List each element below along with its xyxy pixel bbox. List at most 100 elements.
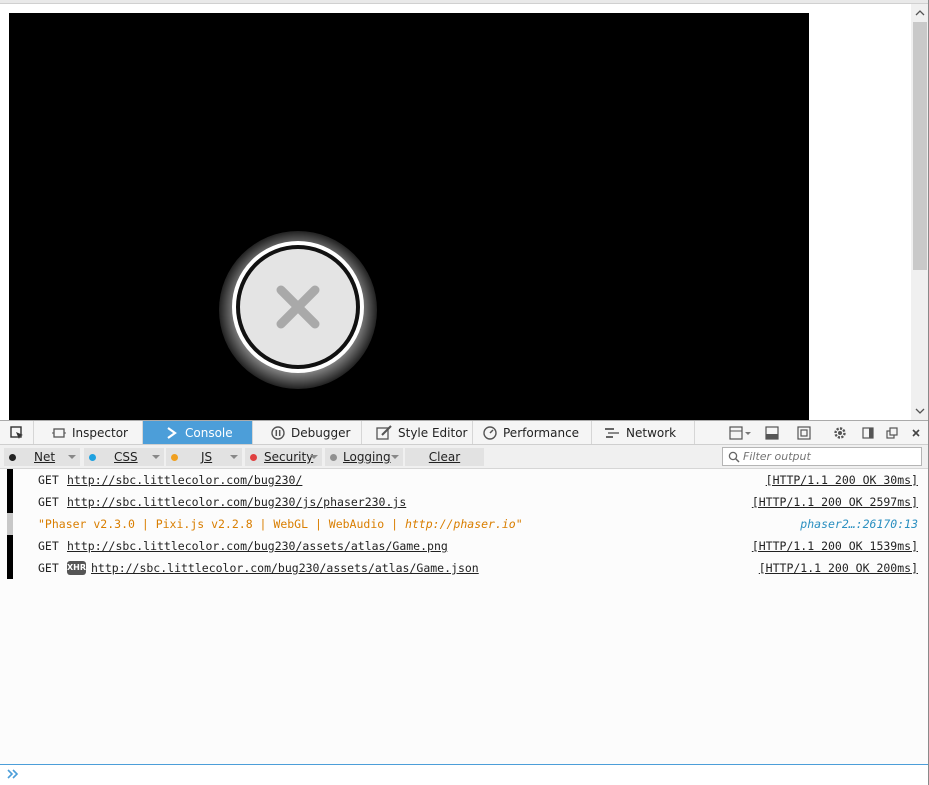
request-status-link[interactable]: [HTTP/1.1 200 OK 200ms] xyxy=(759,557,918,579)
request-method: GET xyxy=(38,473,59,487)
viewport-top-edge xyxy=(0,0,929,4)
tab-label: Performance xyxy=(503,425,580,440)
prompt-chevron-icon xyxy=(7,768,19,783)
filter-label: JS xyxy=(201,450,213,464)
close-devtools-button[interactable] xyxy=(905,424,927,442)
request-url-link[interactable]: http://sbc.littlecolor.com/bug230/assets… xyxy=(91,557,479,579)
chevron-down-icon[interactable] xyxy=(310,455,318,459)
security-dot-icon xyxy=(250,453,257,461)
filter-label: Security xyxy=(264,450,314,464)
separate-window-button[interactable] xyxy=(881,424,903,442)
filter-net-button[interactable]: Net xyxy=(4,448,80,466)
request-method: GET xyxy=(38,539,59,553)
net-dot-icon xyxy=(9,453,16,461)
tab-style-editor[interactable]: Style Editor xyxy=(362,421,473,444)
filter-css-button[interactable]: CSS xyxy=(84,448,164,466)
console-icon xyxy=(167,426,177,439)
separate-window-icon xyxy=(886,427,898,439)
page-viewport xyxy=(0,0,929,421)
filter-label: CSS xyxy=(114,450,138,464)
network-marker xyxy=(7,491,13,513)
log-message-link[interactable]: http://phaser.io xyxy=(405,517,516,531)
frame-selector-button[interactable] xyxy=(727,424,755,442)
console-input[interactable] xyxy=(0,764,929,785)
console-output: GET http://sbc.littlecolor.com/bug230/ [… xyxy=(0,469,929,764)
gear-icon xyxy=(834,427,846,439)
log-source-location-link[interactable]: phaser2…:26170:13 xyxy=(800,513,918,535)
game-canvas[interactable] xyxy=(9,13,809,420)
dock-side-button[interactable] xyxy=(857,424,879,442)
clear-button[interactable]: Clear xyxy=(405,448,484,466)
responsive-mode-icon xyxy=(797,426,811,440)
js-dot-icon xyxy=(171,453,178,461)
console-row: GET XHR http://sbc.littlecolor.com/bug23… xyxy=(0,557,929,579)
console-row: GET http://sbc.littlecolor.com/bug230/js… xyxy=(0,491,929,513)
split-console-button[interactable] xyxy=(761,424,783,442)
debugger-icon xyxy=(271,425,285,440)
filter-label: Logging xyxy=(343,450,391,464)
vertical-scrollbar[interactable] xyxy=(911,4,929,420)
tab-label: Network xyxy=(626,425,677,440)
filter-output-field[interactable] xyxy=(722,447,922,466)
xhr-badge: XHR xyxy=(67,561,86,575)
split-console-icon xyxy=(765,426,779,440)
filter-output-input[interactable] xyxy=(741,450,913,463)
search-icon xyxy=(728,451,740,463)
logging-dot-icon xyxy=(330,453,337,461)
log-message-text: "Phaser v2.3.0 | Pixi.js v2.2.8 | WebGL … xyxy=(38,517,405,531)
network-icon xyxy=(605,427,619,438)
performance-icon xyxy=(483,425,497,440)
console-row: GET http://sbc.littlecolor.com/bug230/as… xyxy=(0,535,929,557)
close-icon xyxy=(912,429,920,437)
tab-console[interactable]: Console xyxy=(143,421,253,444)
chevron-down-icon[interactable] xyxy=(152,455,160,459)
inspector-icon xyxy=(52,427,66,438)
css-dot-icon xyxy=(89,453,96,461)
dock-side-icon xyxy=(862,427,874,439)
filter-logging-button[interactable]: Logging xyxy=(325,448,403,466)
style-editor-icon xyxy=(376,424,392,440)
filter-js-button[interactable]: JS xyxy=(166,448,242,466)
chevron-down-icon[interactable] xyxy=(68,455,76,459)
tab-network[interactable]: Network xyxy=(592,421,695,444)
network-marker xyxy=(7,469,13,491)
console-filter-bar: Net CSS JS Security Logging Clear xyxy=(0,445,929,469)
filter-label: Net xyxy=(34,450,56,464)
filter-security-button[interactable]: Security xyxy=(245,448,322,466)
close-button[interactable] xyxy=(236,245,360,369)
tab-label: Console xyxy=(185,425,233,440)
request-status-link[interactable]: [HTTP/1.1 200 OK 2597ms] xyxy=(752,491,918,513)
devtools-toolbar: Inspector Console Debugger Style Editor … xyxy=(0,421,929,445)
tab-debugger[interactable]: Debugger xyxy=(253,421,362,444)
tab-label: Debugger xyxy=(291,425,351,440)
close-icon xyxy=(276,285,320,329)
request-url-link[interactable]: http://sbc.littlecolor.com/bug230/assets… xyxy=(67,535,448,557)
responsive-design-button[interactable] xyxy=(793,424,815,442)
log-marker xyxy=(7,513,13,535)
scroll-up-arrow-icon[interactable] xyxy=(911,6,929,20)
tab-label: Inspector xyxy=(72,425,128,440)
element-picker-button[interactable] xyxy=(0,421,34,444)
chevron-down-icon[interactable] xyxy=(391,455,399,459)
request-url-link[interactable]: http://sbc.littlecolor.com/bug230/ xyxy=(67,469,302,491)
tab-performance[interactable]: Performance xyxy=(473,421,592,444)
request-status-link[interactable]: [HTTP/1.1 200 OK 1539ms] xyxy=(752,535,918,557)
network-marker xyxy=(7,557,13,579)
network-marker xyxy=(7,535,13,557)
console-row: GET http://sbc.littlecolor.com/bug230/ [… xyxy=(0,469,929,491)
request-method: GET xyxy=(38,495,59,509)
request-url-link[interactable]: http://sbc.littlecolor.com/bug230/js/pha… xyxy=(67,491,406,513)
element-picker-icon xyxy=(10,425,23,439)
tab-label: Style Editor xyxy=(398,425,468,440)
tab-inspector[interactable]: Inspector xyxy=(34,421,143,444)
scroll-down-arrow-icon[interactable] xyxy=(911,404,929,418)
frames-icon xyxy=(729,426,751,440)
settings-button[interactable] xyxy=(829,424,851,442)
chevron-down-icon[interactable] xyxy=(230,455,238,459)
log-message-end: " xyxy=(515,517,523,531)
request-method: GET xyxy=(38,561,59,575)
console-row: "Phaser v2.3.0 | Pixi.js v2.2.8 | WebGL … xyxy=(0,513,929,535)
log-message: "Phaser v2.3.0 | Pixi.js v2.2.8 | WebGL … xyxy=(38,513,523,535)
scrollbar-thumb[interactable] xyxy=(913,22,927,270)
request-status-link[interactable]: [HTTP/1.1 200 OK 30ms] xyxy=(766,469,918,491)
